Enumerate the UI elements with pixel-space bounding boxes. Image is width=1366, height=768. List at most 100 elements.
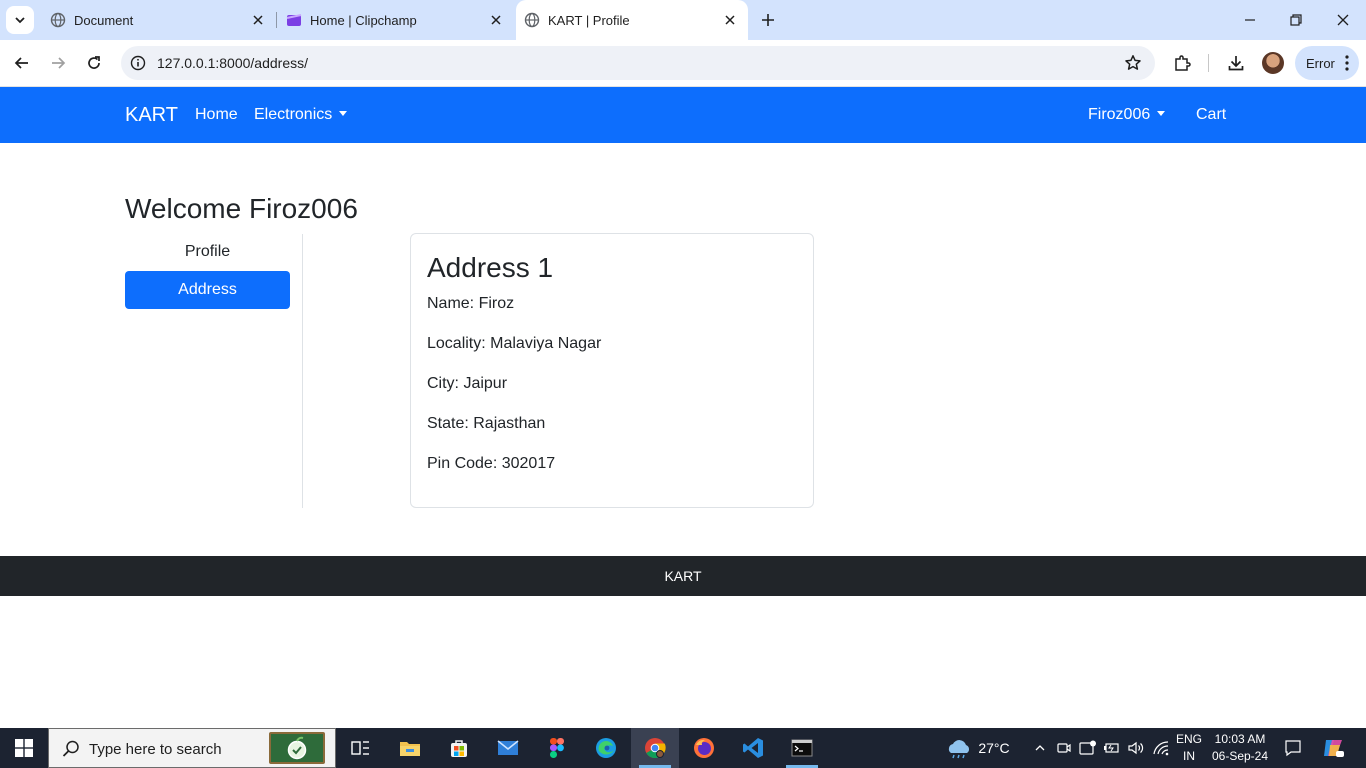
globe-icon <box>50 12 66 28</box>
site-info-icon[interactable] <box>129 54 147 72</box>
taskbar-store[interactable] <box>435 728 483 768</box>
action-center-button[interactable] <box>1280 728 1306 768</box>
address-field-locality: Locality: Malaviya Nagar <box>427 335 601 353</box>
taskbar-mail[interactable] <box>484 728 532 768</box>
tab-kart-profile[interactable]: KART | Profile <box>516 0 748 40</box>
close-icon <box>1337 14 1349 26</box>
address-field-pincode: Pin Code: 302017 <box>427 455 555 473</box>
field-value: Jaipur <box>463 375 508 392</box>
footer-brand: KART <box>664 568 702 584</box>
new-tab-button[interactable] <box>758 10 778 30</box>
page-title: Welcome Firoz006 <box>125 193 358 224</box>
close-tab-icon[interactable] <box>250 12 266 28</box>
show-hidden-icons-button[interactable] <box>1030 728 1050 768</box>
taskbar-figma[interactable] <box>533 728 581 768</box>
taskbar-vscode[interactable] <box>729 728 777 768</box>
store-icon <box>451 740 467 757</box>
nav-electronics-label: Electronics <box>254 106 333 123</box>
field-value: Firoz <box>478 295 515 312</box>
close-tab-icon[interactable] <box>722 12 738 28</box>
wifi-icon[interactable] <box>1150 728 1172 768</box>
meet-now-icon[interactable] <box>1054 728 1074 768</box>
address-field-name: Name: Firoz <box>427 295 514 313</box>
file-explorer-icon <box>400 742 420 756</box>
taskbar-search-box[interactable]: Type here to search <box>48 728 336 768</box>
close-tab-icon[interactable] <box>488 12 504 28</box>
nav-electronics-dropdown[interactable]: Electronics <box>254 106 348 124</box>
minimize-button[interactable] <box>1238 8 1262 32</box>
tab-clipchamp[interactable]: Home | Clipchamp <box>278 0 514 40</box>
site-footer: KART <box>0 556 1366 596</box>
reload-button[interactable] <box>81 50 107 76</box>
language-code: ENG <box>1175 732 1202 746</box>
clipchamp-icon <box>286 12 302 28</box>
tab-separator <box>276 12 277 28</box>
tab-search-button[interactable] <box>6 6 34 34</box>
toolbar-separator <box>1208 54 1209 72</box>
error-label: Error <box>1306 55 1335 71</box>
search-placeholder: Type here to search <box>89 741 222 758</box>
clock-time: 10:03 AM <box>1214 732 1266 746</box>
tab-title: KART | Profile <box>548 12 630 28</box>
navbar-brand[interactable]: KART <box>125 104 178 127</box>
address-card-title: Address 1 <box>427 252 554 283</box>
clock-date: 06-Sep-24 <box>1211 749 1269 763</box>
vscode-icon <box>743 738 763 758</box>
taskbar-terminal[interactable] <box>778 728 826 768</box>
profile-avatar[interactable] <box>1262 52 1284 74</box>
address-bar[interactable]: 127.0.0.1:8000/address/ <box>121 46 1155 80</box>
taskbar-edge[interactable] <box>582 728 630 768</box>
arrow-right-icon <box>52 57 66 69</box>
task-view-icon <box>351 741 369 755</box>
caret-down-icon <box>1157 111 1166 116</box>
copilot-icon[interactable] <box>1318 728 1348 768</box>
nav-home-link[interactable]: Home <box>195 106 238 124</box>
url-text[interactable]: 127.0.0.1:8000/address/ <box>157 55 308 71</box>
volume-icon[interactable] <box>1126 728 1146 768</box>
field-value: Rajasthan <box>473 415 546 432</box>
task-view-button[interactable] <box>336 728 384 768</box>
nav-cart-link[interactable]: Cart <box>1196 106 1226 124</box>
taskbar-chrome[interactable] <box>631 728 679 768</box>
user-menu-label: Firoz006 <box>1088 106 1151 123</box>
chevron-up-icon <box>1035 745 1045 751</box>
bookmark-star-icon[interactable] <box>1123 53 1143 73</box>
site-navbar: KART Home Electronics Firoz006 Cart <box>0 87 1366 143</box>
field-value: Malaviya Nagar <box>490 335 602 352</box>
figma-icon <box>550 738 564 758</box>
windows-taskbar: Type here to search 27°C ENG IN 10:03 AM… <box>0 728 1366 768</box>
restore-icon <box>1290 14 1302 26</box>
tab-document[interactable]: Document <box>40 0 276 40</box>
sidebar-item-profile[interactable]: Profile <box>125 243 290 263</box>
taskbar-file-explorer[interactable] <box>386 728 434 768</box>
sidebar-item-address[interactable]: Address <box>125 271 290 309</box>
taskbar-firefox[interactable] <box>680 728 728 768</box>
windows-logo-icon <box>15 739 33 757</box>
forward-button[interactable] <box>45 50 71 76</box>
edge-icon <box>596 738 616 758</box>
restore-button[interactable] <box>1284 8 1308 32</box>
weather-icon[interactable] <box>944 728 974 768</box>
tab-title: Document <box>74 12 134 28</box>
system-clock[interactable]: 10:03 AM 06-Sep-24 <box>1206 731 1274 765</box>
search-highlight-icon[interactable] <box>269 732 325 764</box>
input-language-indicator[interactable]: ENG IN <box>1172 731 1206 765</box>
address-field-city: City: Jaipur <box>427 375 507 393</box>
user-menu-dropdown[interactable]: Firoz006 <box>1088 106 1166 124</box>
plus-icon <box>762 14 774 26</box>
notification-badge-icon[interactable] <box>1078 728 1098 768</box>
downloads-icon[interactable] <box>1225 52 1247 74</box>
battery-icon[interactable] <box>1102 728 1122 768</box>
profile-error-button[interactable]: Error <box>1295 46 1359 80</box>
close-window-button[interactable] <box>1331 8 1355 32</box>
extensions-icon[interactable] <box>1171 52 1193 74</box>
weather-temperature[interactable]: 27°C <box>976 728 1012 768</box>
chrome-icon <box>645 738 666 759</box>
search-icon <box>62 740 79 757</box>
region-code: IN <box>1183 749 1195 763</box>
tab-title: Home | Clipchamp <box>310 12 417 28</box>
back-button[interactable] <box>9 50 35 76</box>
chevron-down-icon <box>15 17 25 24</box>
reload-icon <box>88 56 100 69</box>
start-button[interactable] <box>0 728 48 768</box>
